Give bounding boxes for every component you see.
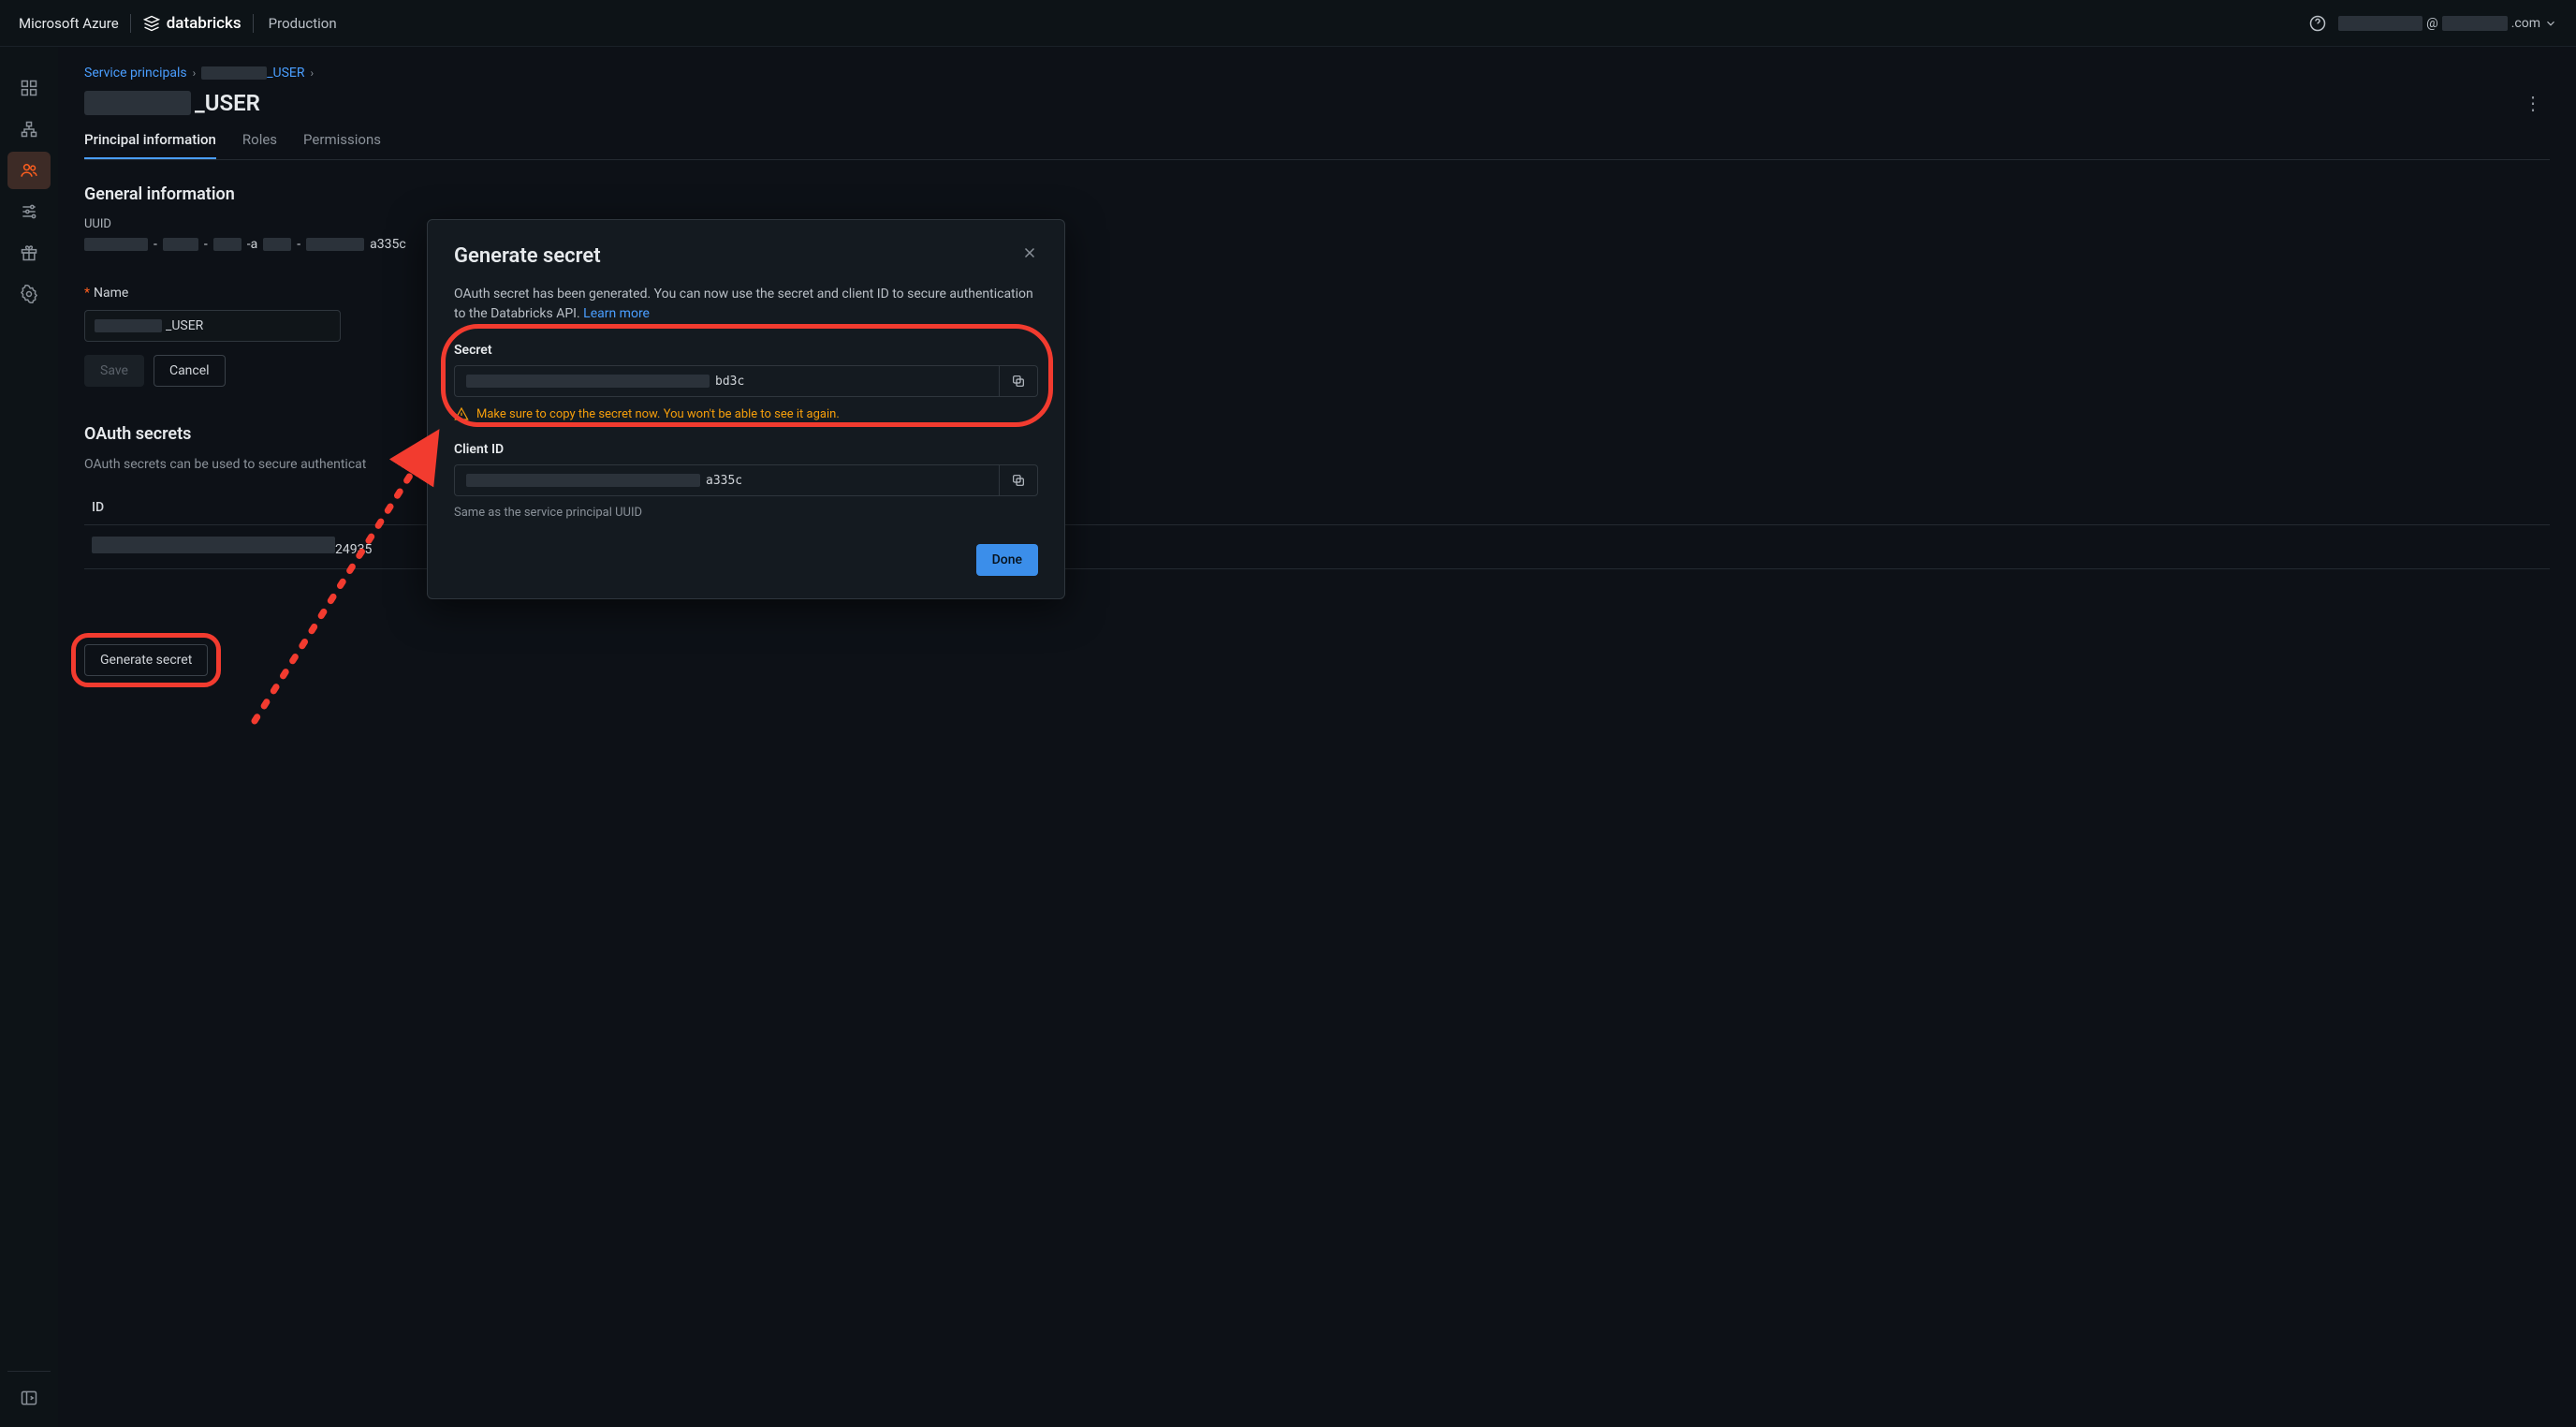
sliders-icon — [20, 202, 38, 221]
chevron-right-icon: › — [193, 66, 197, 80]
sidebar-item-preview[interactable] — [7, 234, 51, 272]
sidebar-item-catalog[interactable] — [7, 110, 51, 148]
help-icon[interactable] — [2308, 14, 2327, 33]
sidebar — [0, 47, 58, 1427]
client-id-value[interactable]: a335c — [454, 464, 999, 496]
brand-databricks-text: databricks — [167, 14, 242, 33]
gear-icon — [20, 285, 38, 303]
close-icon[interactable] — [1021, 244, 1038, 261]
topbar-right: @ .com — [2308, 14, 2557, 33]
client-id-hint: Same as the service principal UUID — [454, 506, 1038, 520]
sitemap-icon — [20, 120, 38, 139]
gift-icon — [20, 243, 38, 262]
save-button: Save — [84, 355, 144, 387]
general-info-heading: General information — [84, 184, 2550, 204]
more-menu-button[interactable]: ⋮ — [2516, 90, 2550, 116]
sidebar-item-users[interactable] — [7, 152, 51, 189]
brand-separator — [130, 14, 131, 33]
sidebar-item-workspaces[interactable] — [7, 69, 51, 107]
user-at: @ — [2426, 16, 2438, 31]
copy-icon — [1011, 473, 1026, 488]
breadcrumb-current[interactable]: _USER — [201, 66, 304, 81]
user-redacted-domain — [2442, 16, 2508, 31]
generate-secret-modal: Generate secret OAuth secret has been ge… — [427, 219, 1065, 599]
brand-azure: Microsoft Azure — [19, 15, 119, 32]
tabs: Principal information Roles Permissions — [84, 124, 2550, 160]
brand-databricks[interactable]: databricks — [142, 14, 242, 33]
sidebar-item-settings-sliders[interactable] — [7, 193, 51, 230]
modal-description: OAuth secret has been generated. You can… — [454, 285, 1038, 324]
brand-separator-2 — [253, 14, 254, 33]
grid-icon — [20, 79, 38, 97]
tab-principal-info[interactable]: Principal information — [84, 124, 216, 159]
modal-title: Generate secret — [454, 244, 601, 268]
user-redacted-prefix — [2338, 16, 2422, 31]
main-content: Service principals › _USER › _USER ⋮ Pri… — [58, 47, 2576, 1427]
sidebar-collapse[interactable] — [7, 1371, 51, 1408]
users-icon — [20, 161, 38, 180]
copy-icon — [1011, 374, 1026, 389]
breadcrumb-root[interactable]: Service principals — [84, 66, 187, 81]
page-title: _USER — [84, 90, 260, 116]
generate-secret-button[interactable]: Generate secret — [84, 644, 208, 676]
secret-value[interactable]: bd3c — [454, 365, 999, 397]
copy-secret-button[interactable] — [999, 365, 1038, 397]
databricks-logo-icon — [142, 14, 161, 33]
secret-warning: Make sure to copy the secret now. You wo… — [454, 406, 1038, 421]
breadcrumb: Service principals › _USER › — [84, 66, 2550, 81]
chevron-down-icon — [2544, 17, 2557, 30]
topbar-left: Microsoft Azure databricks Production — [19, 14, 337, 33]
name-input[interactable]: _USER — [84, 310, 341, 342]
tab-permissions[interactable]: Permissions — [303, 124, 381, 159]
user-menu[interactable]: @ .com — [2338, 16, 2557, 31]
tab-roles[interactable]: Roles — [242, 124, 277, 159]
collapse-icon — [20, 1389, 38, 1407]
secret-label: Secret — [454, 343, 1038, 358]
copy-client-id-button[interactable] — [999, 464, 1038, 496]
environment-label: Production — [269, 15, 337, 32]
warning-icon — [454, 406, 469, 421]
user-suffix: .com — [2511, 16, 2540, 31]
done-button[interactable]: Done — [976, 544, 1038, 576]
learn-more-link[interactable]: Learn more — [583, 306, 650, 321]
chevron-right-icon-2: › — [311, 66, 315, 80]
cancel-button[interactable]: Cancel — [154, 355, 226, 387]
sidebar-item-settings[interactable] — [7, 275, 51, 313]
client-id-label: Client ID — [454, 442, 1038, 457]
topbar: Microsoft Azure databricks Production @ … — [0, 0, 2576, 47]
